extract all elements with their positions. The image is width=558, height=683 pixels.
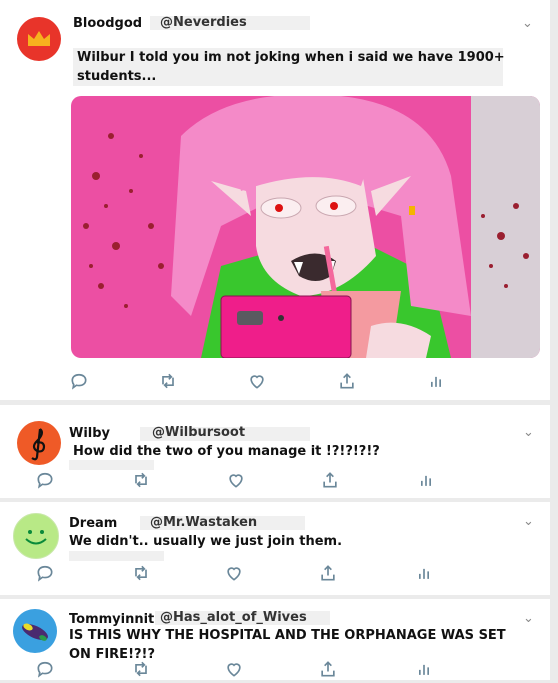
share-icon[interactable] bbox=[337, 371, 357, 391]
avatar[interactable] bbox=[17, 421, 61, 465]
tweet-card[interactable]: Tommyinnit @Has_alot_of_Wives ⌄ IS THIS … bbox=[0, 599, 550, 680]
reply-icon[interactable] bbox=[69, 371, 89, 391]
like-icon[interactable] bbox=[224, 659, 244, 679]
display-name[interactable]: Dream bbox=[69, 516, 117, 531]
user-handle[interactable]: @Wilbursoot bbox=[152, 425, 245, 440]
user-handle[interactable]: @Neverdies bbox=[160, 15, 247, 30]
retweet-icon[interactable] bbox=[158, 371, 178, 391]
retweet-icon[interactable] bbox=[131, 470, 151, 490]
artwork-illustration bbox=[71, 96, 540, 358]
retweet-icon[interactable] bbox=[131, 563, 151, 583]
chevron-down-icon[interactable]: ⌄ bbox=[522, 16, 533, 31]
reply-icon[interactable] bbox=[35, 563, 55, 583]
chevron-down-icon[interactable]: ⌄ bbox=[523, 611, 534, 626]
display-name[interactable]: Tommyinnit bbox=[69, 612, 154, 627]
reply-icon[interactable] bbox=[35, 470, 55, 490]
smiley-icon bbox=[25, 530, 47, 545]
like-icon[interactable] bbox=[224, 563, 244, 583]
user-handle[interactable]: @Mr.Wastaken bbox=[150, 515, 257, 530]
treble-clef-icon bbox=[31, 428, 46, 461]
analytics-icon[interactable] bbox=[414, 659, 434, 679]
chevron-down-icon[interactable]: ⌄ bbox=[523, 425, 534, 440]
like-icon[interactable] bbox=[247, 371, 267, 391]
analytics-icon[interactable] bbox=[416, 470, 436, 490]
chevron-down-icon[interactable]: ⌄ bbox=[523, 514, 534, 529]
share-icon[interactable] bbox=[318, 563, 338, 583]
attached-image[interactable] bbox=[71, 96, 540, 358]
display-name[interactable]: Wilby bbox=[69, 426, 110, 441]
tweet-text: How did the two of you manage it !?!?!?!… bbox=[73, 444, 380, 459]
tweet-card[interactable]: Bloodgod @Neverdies ⌄ Wilbur I told you … bbox=[0, 0, 550, 400]
avatar[interactable] bbox=[13, 513, 59, 559]
share-icon[interactable] bbox=[318, 659, 338, 679]
tweet-card[interactable]: Wilby @Wilbursoot ⌄ How did the two of y… bbox=[0, 405, 550, 498]
analytics-icon[interactable] bbox=[426, 371, 446, 391]
tweet-card[interactable]: Dream @Mr.Wastaken ⌄ We didn't.. usually… bbox=[0, 502, 550, 595]
retweet-icon[interactable] bbox=[131, 659, 151, 679]
share-icon[interactable] bbox=[320, 470, 340, 490]
user-handle[interactable]: @Has_alot_of_Wives bbox=[160, 610, 307, 625]
avatar[interactable] bbox=[17, 17, 61, 61]
display-name[interactable]: Bloodgod bbox=[73, 16, 142, 31]
avatar[interactable] bbox=[13, 609, 57, 653]
disc-icon bbox=[22, 623, 48, 641]
tweet-text: Wilbur I told you im not joking when i s… bbox=[77, 50, 505, 84]
reply-icon[interactable] bbox=[35, 659, 55, 679]
analytics-icon[interactable] bbox=[414, 563, 434, 583]
tweet-text: We didn't.. usually we just join them. bbox=[69, 534, 343, 549]
crown-icon bbox=[28, 31, 50, 46]
like-icon[interactable] bbox=[226, 470, 246, 490]
